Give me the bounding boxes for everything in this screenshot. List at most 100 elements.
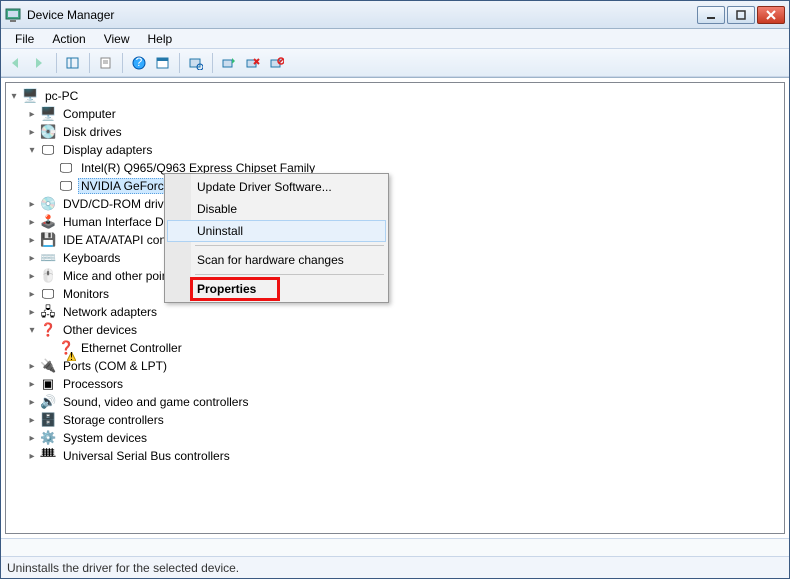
- tree-row[interactable]: ▸⚙️System devices: [24, 429, 782, 447]
- expand-icon[interactable]: ▸: [26, 234, 38, 246]
- tree-row[interactable]: ▸🖧Network adapters: [24, 303, 782, 321]
- maximize-button[interactable]: [727, 6, 755, 24]
- collapse-icon[interactable]: ▾: [26, 144, 38, 156]
- expand-icon[interactable]: ▸: [26, 126, 38, 138]
- tree-row[interactable]: ▸🔊Sound, video and game controllers: [24, 393, 782, 411]
- tree-label: Sound, video and game controllers: [60, 394, 251, 410]
- tree-label: Processors: [60, 376, 126, 392]
- disk-icon: 💽: [40, 124, 56, 140]
- ctx-uninstall[interactable]: Uninstall: [167, 220, 386, 242]
- display-adapter-icon: 🖵: [58, 178, 74, 194]
- computer-icon: 🖥️: [40, 106, 56, 122]
- collapse-icon[interactable]: ▾: [26, 324, 38, 336]
- processor-icon: ▣: [40, 376, 56, 392]
- back-icon[interactable]: [5, 52, 27, 74]
- tree-label: Ethernet Controller: [78, 340, 185, 356]
- menu-view[interactable]: View: [96, 30, 138, 48]
- expand-icon[interactable]: ▸: [26, 306, 38, 318]
- menubar: FileActionViewHelp: [1, 29, 789, 49]
- context-menu: Update Driver Software... Disable Uninstal…: [164, 173, 389, 303]
- ctx-label: Properties: [197, 282, 256, 296]
- expand-icon[interactable]: ▸: [26, 216, 38, 228]
- expand-icon[interactable]: ▸: [26, 252, 38, 264]
- tree-label: Ports (COM & LPT): [60, 358, 170, 374]
- tree-row[interactable]: ❓!Ethernet Controller: [42, 339, 782, 357]
- tree-row[interactable]: ▸💽Disk drives: [24, 123, 782, 141]
- menu-help[interactable]: Help: [140, 30, 181, 48]
- tree-row[interactable]: ▸🕹️Human Interface Devices: [24, 213, 782, 231]
- calendar-icon[interactable]: [152, 52, 174, 74]
- expand-icon[interactable]: ▸: [26, 360, 38, 372]
- mouse-icon: 🖱️: [40, 268, 56, 284]
- show-hide-console-tree-icon[interactable]: [62, 52, 84, 74]
- usb-icon: ᚙ: [40, 448, 56, 464]
- ctx-scan[interactable]: Scan for hardware changes: [167, 249, 386, 271]
- ctx-update-driver[interactable]: Update Driver Software...: [167, 176, 386, 198]
- titlebar[interactable]: Device Manager: [1, 1, 789, 29]
- tree-label: Other devices: [60, 322, 140, 338]
- expand-icon[interactable]: ▸: [26, 414, 38, 426]
- expand-icon[interactable]: ▸: [26, 108, 38, 120]
- expand-icon[interactable]: ▸: [26, 450, 38, 462]
- menu-action[interactable]: Action: [44, 30, 93, 48]
- properties-icon[interactable]: [95, 52, 117, 74]
- expand-icon[interactable]: ▸: [26, 270, 38, 282]
- tree-row[interactable]: ▸🔌Ports (COM & LPT): [24, 357, 782, 375]
- device-tree[interactable]: ▾🖥️pc-PC▸🖥️Computer▸💽Disk drives▾🖵Displa…: [5, 82, 785, 534]
- ctx-properties[interactable]: Properties: [167, 278, 386, 300]
- tree-row[interactable]: ▾🖵Display adapters: [24, 141, 782, 159]
- update-driver-icon[interactable]: [218, 52, 240, 74]
- tree-row[interactable]: ▾❓Other devices: [24, 321, 782, 339]
- forward-icon[interactable]: [29, 52, 51, 74]
- disable-icon[interactable]: [266, 52, 288, 74]
- help-icon[interactable]: ?: [128, 52, 150, 74]
- display-adapter-icon: 🖵: [40, 142, 56, 158]
- storage-icon: 🗄️: [40, 412, 56, 428]
- ctx-label: Update Driver Software...: [197, 180, 332, 194]
- tree-row[interactable]: ▸🖵Monitors: [24, 285, 782, 303]
- tree-label: Storage controllers: [60, 412, 167, 428]
- tree-row[interactable]: ▸▣Processors: [24, 375, 782, 393]
- expand-icon[interactable]: ▸: [26, 198, 38, 210]
- tree-row[interactable]: ▸🖱️Mice and other pointing devices: [24, 267, 782, 285]
- expand-icon[interactable]: ▸: [26, 288, 38, 300]
- tree-row[interactable]: ▸🗄️Storage controllers: [24, 411, 782, 429]
- tree-label: DVD/CD-ROM drives: [60, 196, 179, 212]
- scan-hardware-icon[interactable]: [185, 52, 207, 74]
- unknown-device-icon: ❓!: [58, 340, 74, 356]
- collapse-icon[interactable]: ▾: [8, 90, 20, 102]
- tree-row[interactable]: ▸💾IDE ATA/ATAPI controllers: [24, 231, 782, 249]
- tree-row[interactable]: 🖵Intel(R) Q965/Q963 Express Chipset Fami…: [42, 159, 782, 177]
- tree-label: Monitors: [60, 286, 112, 302]
- minimize-button[interactable]: [697, 6, 725, 24]
- tree-row[interactable]: ▸🖥️Computer: [24, 105, 782, 123]
- tree-row[interactable]: ▸⌨️Keyboards: [24, 249, 782, 267]
- tree-row[interactable]: 🖵NVIDIA GeForce: [42, 177, 782, 195]
- optical-drive-icon: 💿: [40, 196, 56, 212]
- ctx-disable[interactable]: Disable: [167, 198, 386, 220]
- expand-icon[interactable]: ▸: [26, 432, 38, 444]
- close-button[interactable]: [757, 6, 785, 24]
- expand-icon[interactable]: ▸: [26, 378, 38, 390]
- menu-file[interactable]: File: [7, 30, 42, 48]
- tree-label: NVIDIA GeForce: [78, 178, 173, 194]
- ctx-label: Scan for hardware changes: [197, 253, 344, 267]
- status-text: Uninstalls the driver for the selected d…: [7, 561, 239, 575]
- status-divider: [1, 538, 789, 556]
- ctx-label: Disable: [197, 202, 237, 216]
- toolbar: ?: [1, 49, 789, 77]
- uninstall-icon[interactable]: [242, 52, 264, 74]
- other-devices-icon: ❓: [40, 322, 56, 338]
- expand-icon[interactable]: ▸: [26, 396, 38, 408]
- hid-icon: 🕹️: [40, 214, 56, 230]
- tree-row[interactable]: ▸ᚙUniversal Serial Bus controllers: [24, 447, 782, 465]
- tree-row[interactable]: ▸💿DVD/CD-ROM drives: [24, 195, 782, 213]
- svg-text:?: ?: [136, 56, 143, 69]
- network-icon: 🖧: [40, 304, 56, 320]
- tree-label: Network adapters: [60, 304, 160, 320]
- tree-row[interactable]: ▾🖥️pc-PC: [6, 87, 782, 105]
- computer-root-icon: 🖥️: [22, 88, 38, 104]
- ports-icon: 🔌: [40, 358, 56, 374]
- device-manager-window: Device Manager FileActionViewHelp ? ▾🖥️p…: [0, 0, 790, 579]
- tree-label: Computer: [60, 106, 119, 122]
